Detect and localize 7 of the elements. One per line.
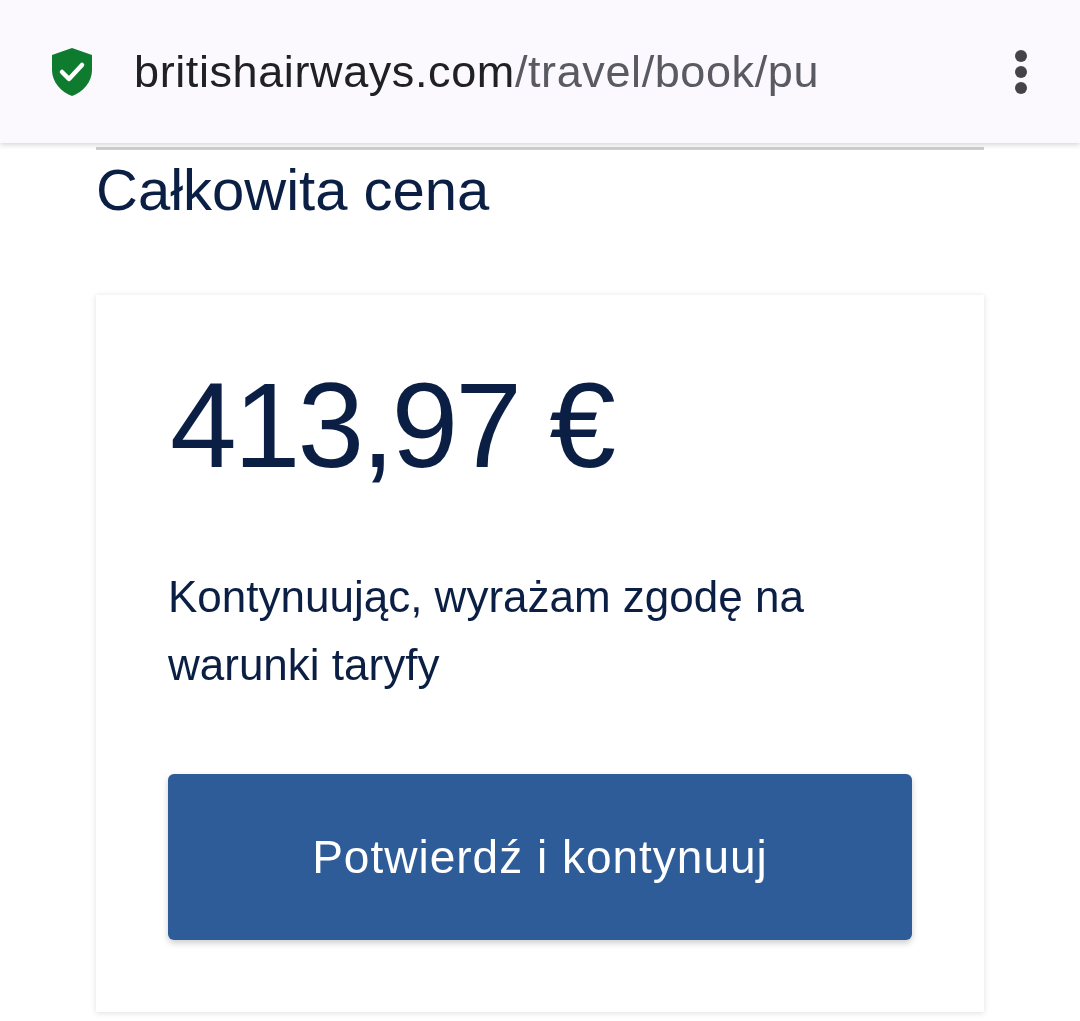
menu-icon[interactable]: [1014, 48, 1028, 95]
confirm-button[interactable]: Potwierdź i kontynuuj: [168, 774, 912, 940]
section-heading: Całkowita cena: [96, 156, 491, 224]
consent-text: Kontynuując, wyrażam zgodę na warunki taryfy: [168, 571, 805, 691]
shield-check-icon[interactable]: [52, 47, 92, 96]
price-amount: 413,97 €: [170, 359, 615, 491]
url-text[interactable]: britishairways.com/travel/book/pu: [134, 41, 974, 102]
